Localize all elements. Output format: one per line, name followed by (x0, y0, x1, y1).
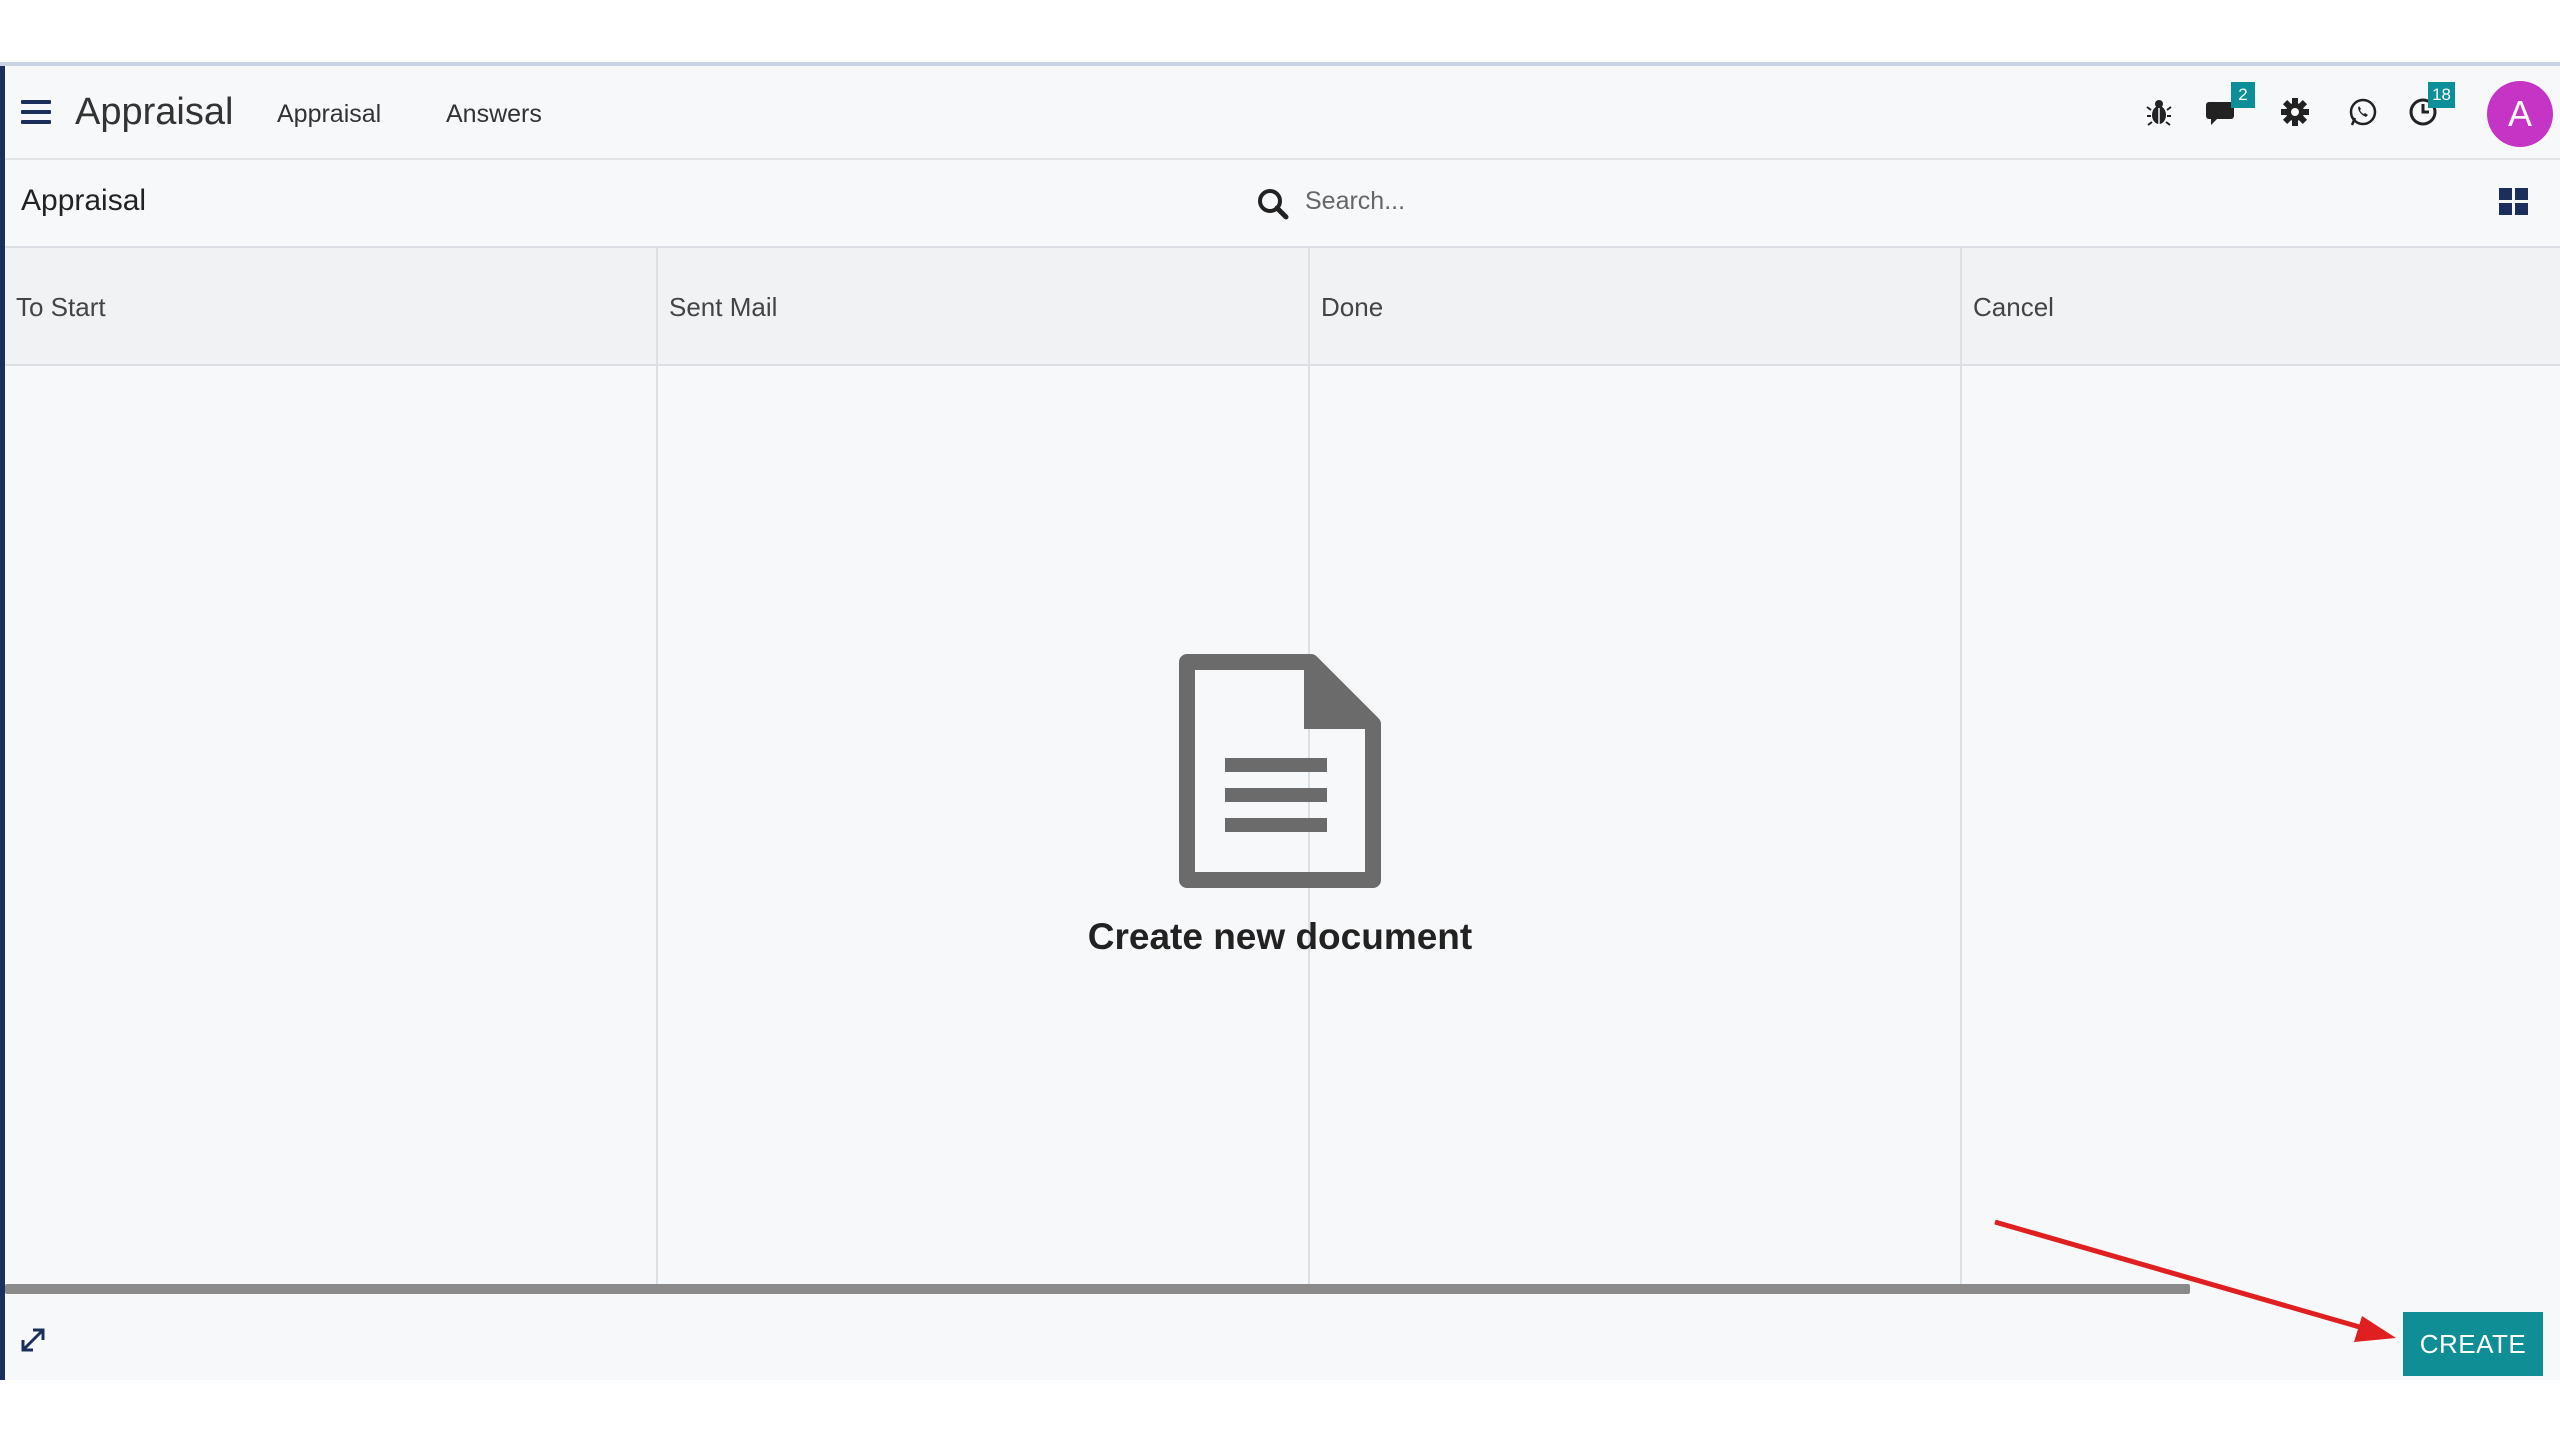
app-window: Appraisal Appraisal Answers 2 18 A Appra… (0, 62, 2560, 1380)
create-button[interactable]: CREATE (2403, 1312, 2543, 1376)
activity-count-badge: 18 (2428, 82, 2455, 108)
app-title: Appraisal (75, 91, 234, 133)
footer-bar: CREATE (5, 1298, 2560, 1384)
column-header[interactable]: Done (1310, 248, 1960, 366)
search-icon[interactable] (1253, 184, 1293, 224)
kanban-column-cancel: Cancel (1962, 248, 2560, 1288)
empty-state-message: Create new document (1087, 916, 1473, 957)
messages-count-badge: 2 (2231, 82, 2255, 108)
menu-toggle-icon[interactable] (21, 100, 51, 124)
breadcrumb: Appraisal (21, 184, 147, 217)
column-header[interactable]: Sent Mail (658, 248, 1308, 366)
horizontal-scrollbar[interactable] (5, 1284, 2190, 1294)
column-header[interactable]: Cancel (1962, 248, 2560, 366)
activity-clock-icon[interactable]: 18 (2403, 82, 2455, 132)
column-header[interactable]: To Start (5, 248, 656, 366)
column-title: To Start (16, 292, 106, 322)
column-title: Sent Mail (669, 292, 778, 322)
bug-icon[interactable] (2139, 92, 2179, 132)
whatsapp-icon[interactable] (2343, 92, 2383, 132)
column-title: Cancel (1973, 292, 2054, 322)
control-panel: Appraisal (5, 158, 2560, 248)
kanban-grid-icon[interactable] (2499, 188, 2529, 216)
kanban-column-to-start: To Start (5, 248, 658, 1288)
nav-menu-answers[interactable]: Answers (446, 100, 542, 129)
messages-icon[interactable]: 2 (2203, 82, 2255, 132)
user-avatar[interactable]: A (2487, 81, 2553, 147)
top-navbar: Appraisal Appraisal Answers 2 18 A (5, 66, 2560, 160)
column-title: Done (1321, 292, 1384, 322)
empty-state: Create new document (1080, 652, 1480, 958)
expand-icon[interactable] (19, 1326, 47, 1354)
gear-icon[interactable] (2275, 92, 2315, 132)
nav-menu-appraisal[interactable]: Appraisal (277, 100, 381, 129)
document-icon (1179, 654, 1381, 888)
search-input[interactable] (1303, 178, 1907, 224)
